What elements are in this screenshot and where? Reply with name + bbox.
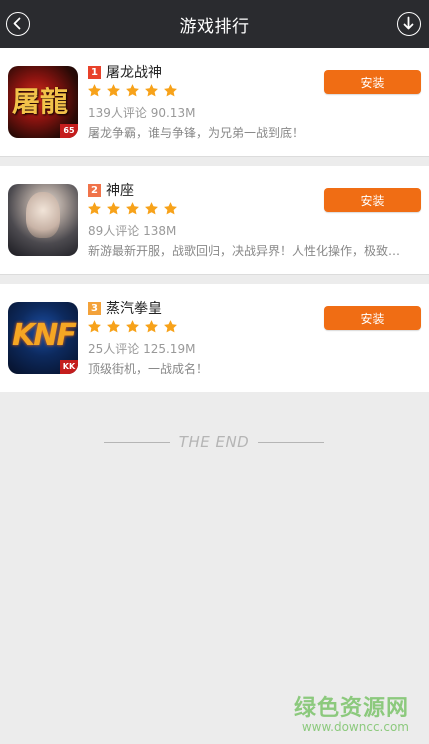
watermark-title: 绿色资源网 — [293, 696, 409, 721]
rank-badge: 1 — [88, 66, 101, 79]
star-icon — [126, 202, 139, 215]
game-icon[interactable]: 屠龍 65 — [8, 66, 78, 138]
star-icon — [88, 84, 101, 97]
game-description: 顶级街机，一战成名！ — [88, 362, 209, 376]
game-description: 新游最新开服，战歌回归，决战异界！人性化操作，极致… — [88, 244, 401, 258]
divider-line — [104, 441, 170, 443]
list-item[interactable]: 2 神座 89人评论 138M 新游最新开服，战歌回归，决战异界！人性化操作，极… — [0, 166, 429, 274]
game-meta: 25人评论 125.19M — [88, 342, 196, 356]
game-description: 屠龙争霸，谁与争锋，为兄弟一战到底！ — [88, 126, 305, 140]
install-button[interactable]: 安装 — [324, 70, 421, 94]
star-rating — [87, 319, 178, 335]
end-text: THE END — [178, 433, 250, 451]
star-icon — [88, 320, 101, 333]
game-icon-badge: 65 — [60, 124, 78, 138]
star-icon — [164, 320, 177, 333]
watermark: 绿色资源网 www.downcc.com — [294, 690, 409, 734]
game-name: 蒸汽拳皇 — [106, 301, 162, 317]
back-button[interactable] — [6, 12, 30, 36]
star-rating — [87, 83, 178, 99]
install-button[interactable]: 安装 — [324, 306, 421, 330]
star-icon — [145, 84, 158, 97]
watermark-url: www.downcc.com — [301, 720, 409, 734]
star-icon — [145, 202, 158, 215]
game-icon[interactable]: KNF KK — [8, 302, 78, 374]
star-icon — [88, 202, 101, 215]
download-button[interactable] — [397, 12, 421, 36]
star-rating — [87, 201, 178, 217]
game-icon-badge: KK — [60, 360, 78, 374]
list-item[interactable]: 屠龍 65 1 屠龙战神 139人评论 90.13M 屠龙争霸，谁与争锋，为兄弟… — [0, 48, 429, 156]
game-icon-logo-text: KNF — [12, 318, 77, 353]
star-icon — [164, 202, 177, 215]
star-icon — [107, 84, 120, 97]
star-icon — [107, 202, 120, 215]
star-icon — [126, 84, 139, 97]
arrow-down-icon — [403, 16, 414, 30]
list-item[interactable]: KNF KK 3 蒸汽拳皇 25人评论 125.19M 顶级街机，一战成名！ 安… — [0, 284, 429, 392]
page-title: 游戏排行 — [179, 16, 250, 37]
divider — [0, 274, 429, 284]
star-icon — [145, 320, 158, 333]
game-meta: 139人评论 90.13M — [88, 106, 196, 120]
star-icon — [126, 320, 139, 333]
chevron-left-icon — [13, 17, 21, 30]
game-icon-logo-text: 屠龍 — [12, 85, 69, 118]
top-bar: 游戏排行 — [0, 0, 429, 48]
divider-line — [258, 441, 324, 443]
star-icon — [164, 84, 177, 97]
game-icon-portrait — [26, 192, 60, 238]
game-icon[interactable] — [8, 184, 78, 256]
game-name: 神座 — [106, 183, 134, 199]
star-icon — [107, 320, 120, 333]
game-meta: 89人评论 138M — [88, 224, 177, 238]
rank-badge: 2 — [88, 184, 101, 197]
install-button[interactable]: 安装 — [324, 188, 421, 212]
rank-badge: 3 — [88, 302, 101, 315]
end-of-list-marker: THE END — [104, 432, 324, 452]
game-ranking-list: 屠龍 65 1 屠龙战神 139人评论 90.13M 屠龙争霸，谁与争锋，为兄弟… — [0, 48, 429, 392]
game-name: 屠龙战神 — [106, 65, 162, 81]
divider — [0, 156, 429, 166]
